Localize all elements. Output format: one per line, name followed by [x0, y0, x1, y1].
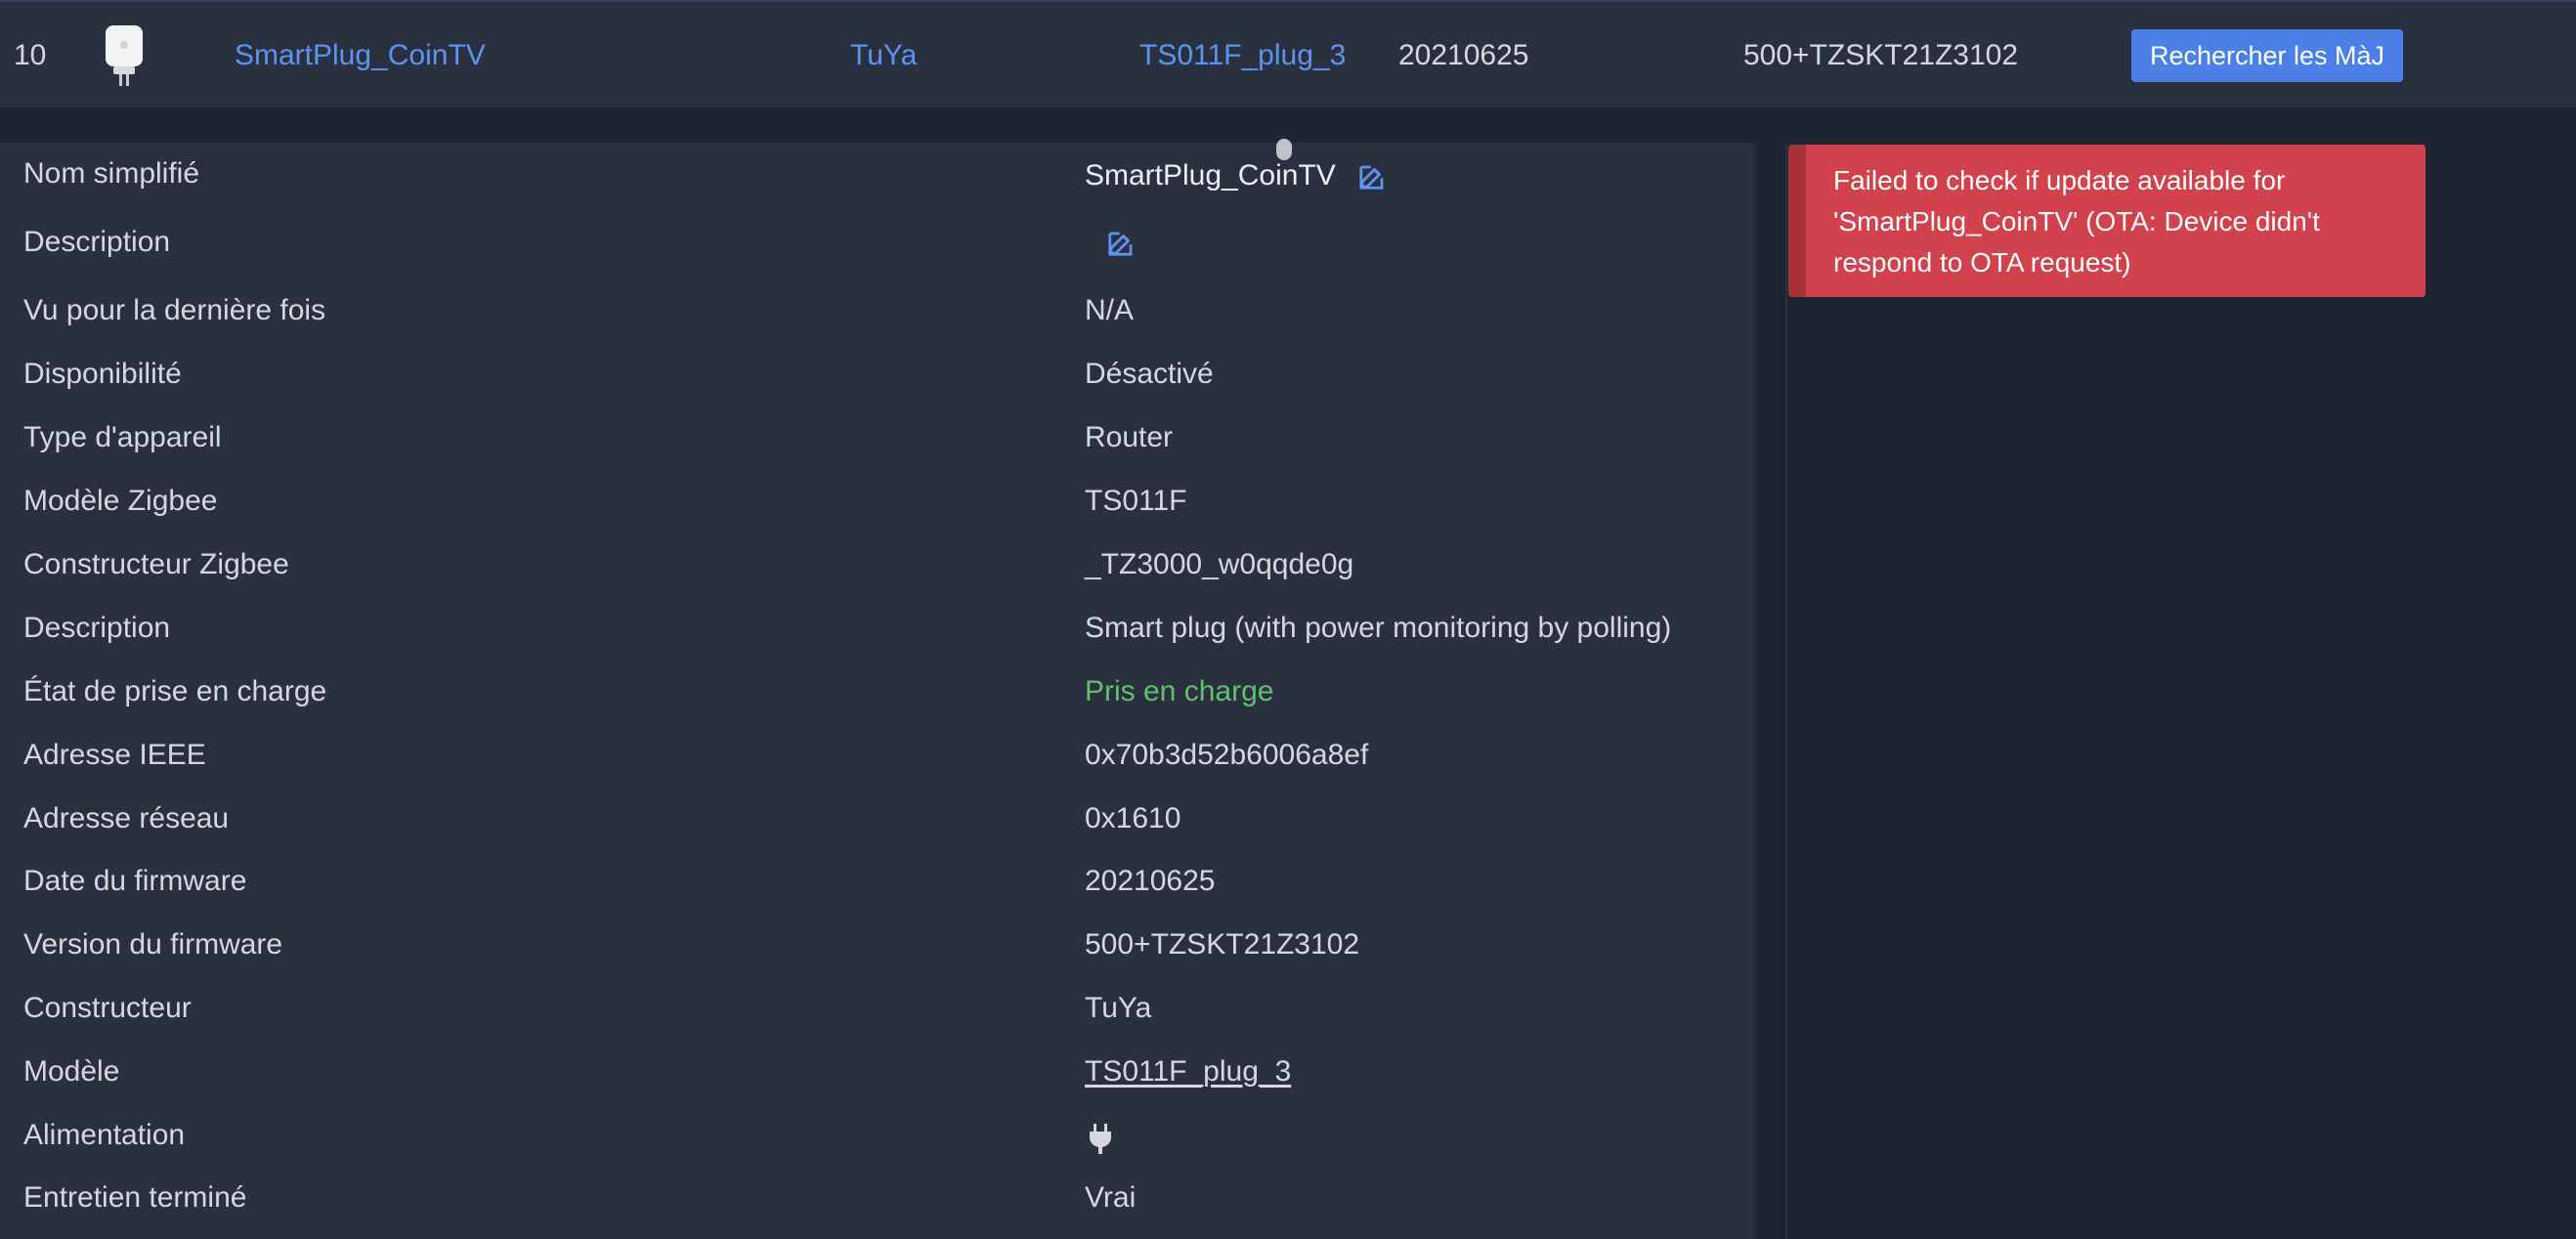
device-row: 10 SmartPlug_CoinTV TuYa TS011F_plug_3 2… — [0, 0, 2576, 107]
detail-row-last-seen: Vu pour la dernière fois N/A — [0, 279, 1756, 342]
detail-value — [1085, 211, 1136, 274]
detail-value: 20210625 — [1085, 865, 1216, 897]
detail-row-firmware-date: Date du firmware 20210625 — [0, 850, 1756, 913]
edit-icon[interactable] — [1106, 229, 1136, 258]
detail-value: SmartPlug_CoinTV — [1085, 145, 1387, 207]
model-link[interactable]: TS011F_plug_3 — [1139, 2, 1346, 109]
detail-label: Description — [23, 226, 171, 258]
model-detail-link[interactable]: TS011F_plug_3 — [1085, 1041, 1291, 1103]
plug-icon — [1090, 1124, 1111, 1154]
detail-label: Alimentation — [23, 1119, 186, 1151]
side-divider — [1785, 143, 1787, 1239]
detail-label: Disponibilité — [23, 358, 182, 390]
detail-label: Version du firmware — [23, 928, 283, 961]
detail-label: Type d'appareil — [23, 421, 222, 453]
device-details-panel: Nom simplifié SmartPlug_CoinTV Descripti… — [0, 143, 1756, 1239]
detail-label: Description — [23, 612, 171, 644]
detail-value: TS011F — [1085, 485, 1187, 517]
detail-label: Vu pour la dernière fois — [23, 294, 326, 326]
firmware-date: 20210625 — [1398, 39, 1529, 71]
row-gap — [0, 107, 2576, 143]
detail-value: Smart plug (with power monitoring by pol… — [1085, 612, 1672, 644]
device-name-link[interactable]: SmartPlug_CoinTV — [235, 2, 486, 109]
detail-label: Adresse réseau — [23, 802, 230, 834]
detail-label: Modèle — [23, 1055, 120, 1088]
detail-value: Vrai — [1085, 1181, 1137, 1214]
support-status-value: Pris en charge — [1085, 675, 1274, 707]
edit-icon[interactable] — [1357, 162, 1387, 192]
detail-value: _TZ3000_w0qqde0g — [1085, 548, 1354, 580]
detail-label: Modèle Zigbee — [23, 485, 218, 517]
manufacturer-link[interactable]: TuYa — [1085, 977, 1151, 1040]
device-index: 10 — [14, 39, 47, 71]
detail-row-support-status: État de prise en charge Pris en charge — [0, 661, 1756, 723]
detail-label: Entretien terminé — [23, 1181, 247, 1214]
detail-value: 0x70b3d52b6006a8ef — [1085, 739, 1369, 771]
detail-label: Date du firmware — [23, 865, 247, 897]
toast-message: Failed to check if update available for … — [1833, 165, 2320, 278]
detail-label: État de prise en charge — [23, 675, 327, 707]
check-update-button[interactable]: Rechercher les MàJ — [2131, 29, 2403, 82]
side-area — [1756, 143, 2576, 1239]
detail-label: Nom simplifié — [23, 157, 200, 190]
detail-row-definition-description: Description Smart plug (with power monit… — [0, 597, 1756, 660]
firmware-version: 500+TZSKT21Z3102 — [1743, 39, 2019, 71]
detail-label: Constructeur Zigbee — [23, 548, 289, 580]
detail-value: Router — [1085, 421, 1174, 453]
detail-row-network-address: Adresse réseau 0x1610 — [0, 788, 1756, 850]
detail-value: 500+TZSKT21Z3102 — [1085, 928, 1360, 961]
detail-label: Adresse IEEE — [23, 739, 206, 771]
detail-row-description: Description — [0, 211, 1756, 274]
detail-value: 0x1610 — [1085, 802, 1181, 834]
vendor-link[interactable]: TuYa — [850, 2, 917, 109]
smart-plug-icon — [106, 25, 143, 86]
detail-row-firmware-version: Version du firmware 500+TZSKT21Z3102 — [0, 914, 1756, 976]
detail-row-ieee-address: Adresse IEEE 0x70b3d52b6006a8ef — [0, 724, 1756, 787]
detail-row-zigbee-manufacturer: Constructeur Zigbee _TZ3000_w0qqde0g — [0, 534, 1756, 596]
detail-label: Constructeur — [23, 992, 192, 1024]
device-image — [98, 23, 150, 86]
scroll-handle[interactable] — [1276, 139, 1292, 160]
detail-value — [1087, 1104, 1114, 1167]
detail-row-power-source: Alimentation — [0, 1104, 1756, 1167]
detail-row-availability: Disponibilité Désactivé — [0, 343, 1756, 406]
detail-row-device-type: Type d'appareil Router — [0, 406, 1756, 469]
detail-row-zigbee-model: Modèle Zigbee TS011F — [0, 470, 1756, 533]
error-toast[interactable]: Failed to check if update available for … — [1788, 145, 2426, 297]
friendly-name-value: SmartPlug_CoinTV — [1085, 159, 1336, 192]
availability-link[interactable]: Désactivé — [1085, 343, 1214, 406]
detail-value: N/A — [1085, 294, 1135, 326]
detail-row-interview-completed: Entretien terminé Vrai — [0, 1167, 1756, 1229]
detail-row-model: Modèle TS011F_plug_3 — [0, 1041, 1756, 1103]
detail-row-friendly-name: Nom simplifié SmartPlug_CoinTV — [0, 143, 1756, 205]
detail-row-manufacturer: Constructeur TuYa — [0, 977, 1756, 1040]
